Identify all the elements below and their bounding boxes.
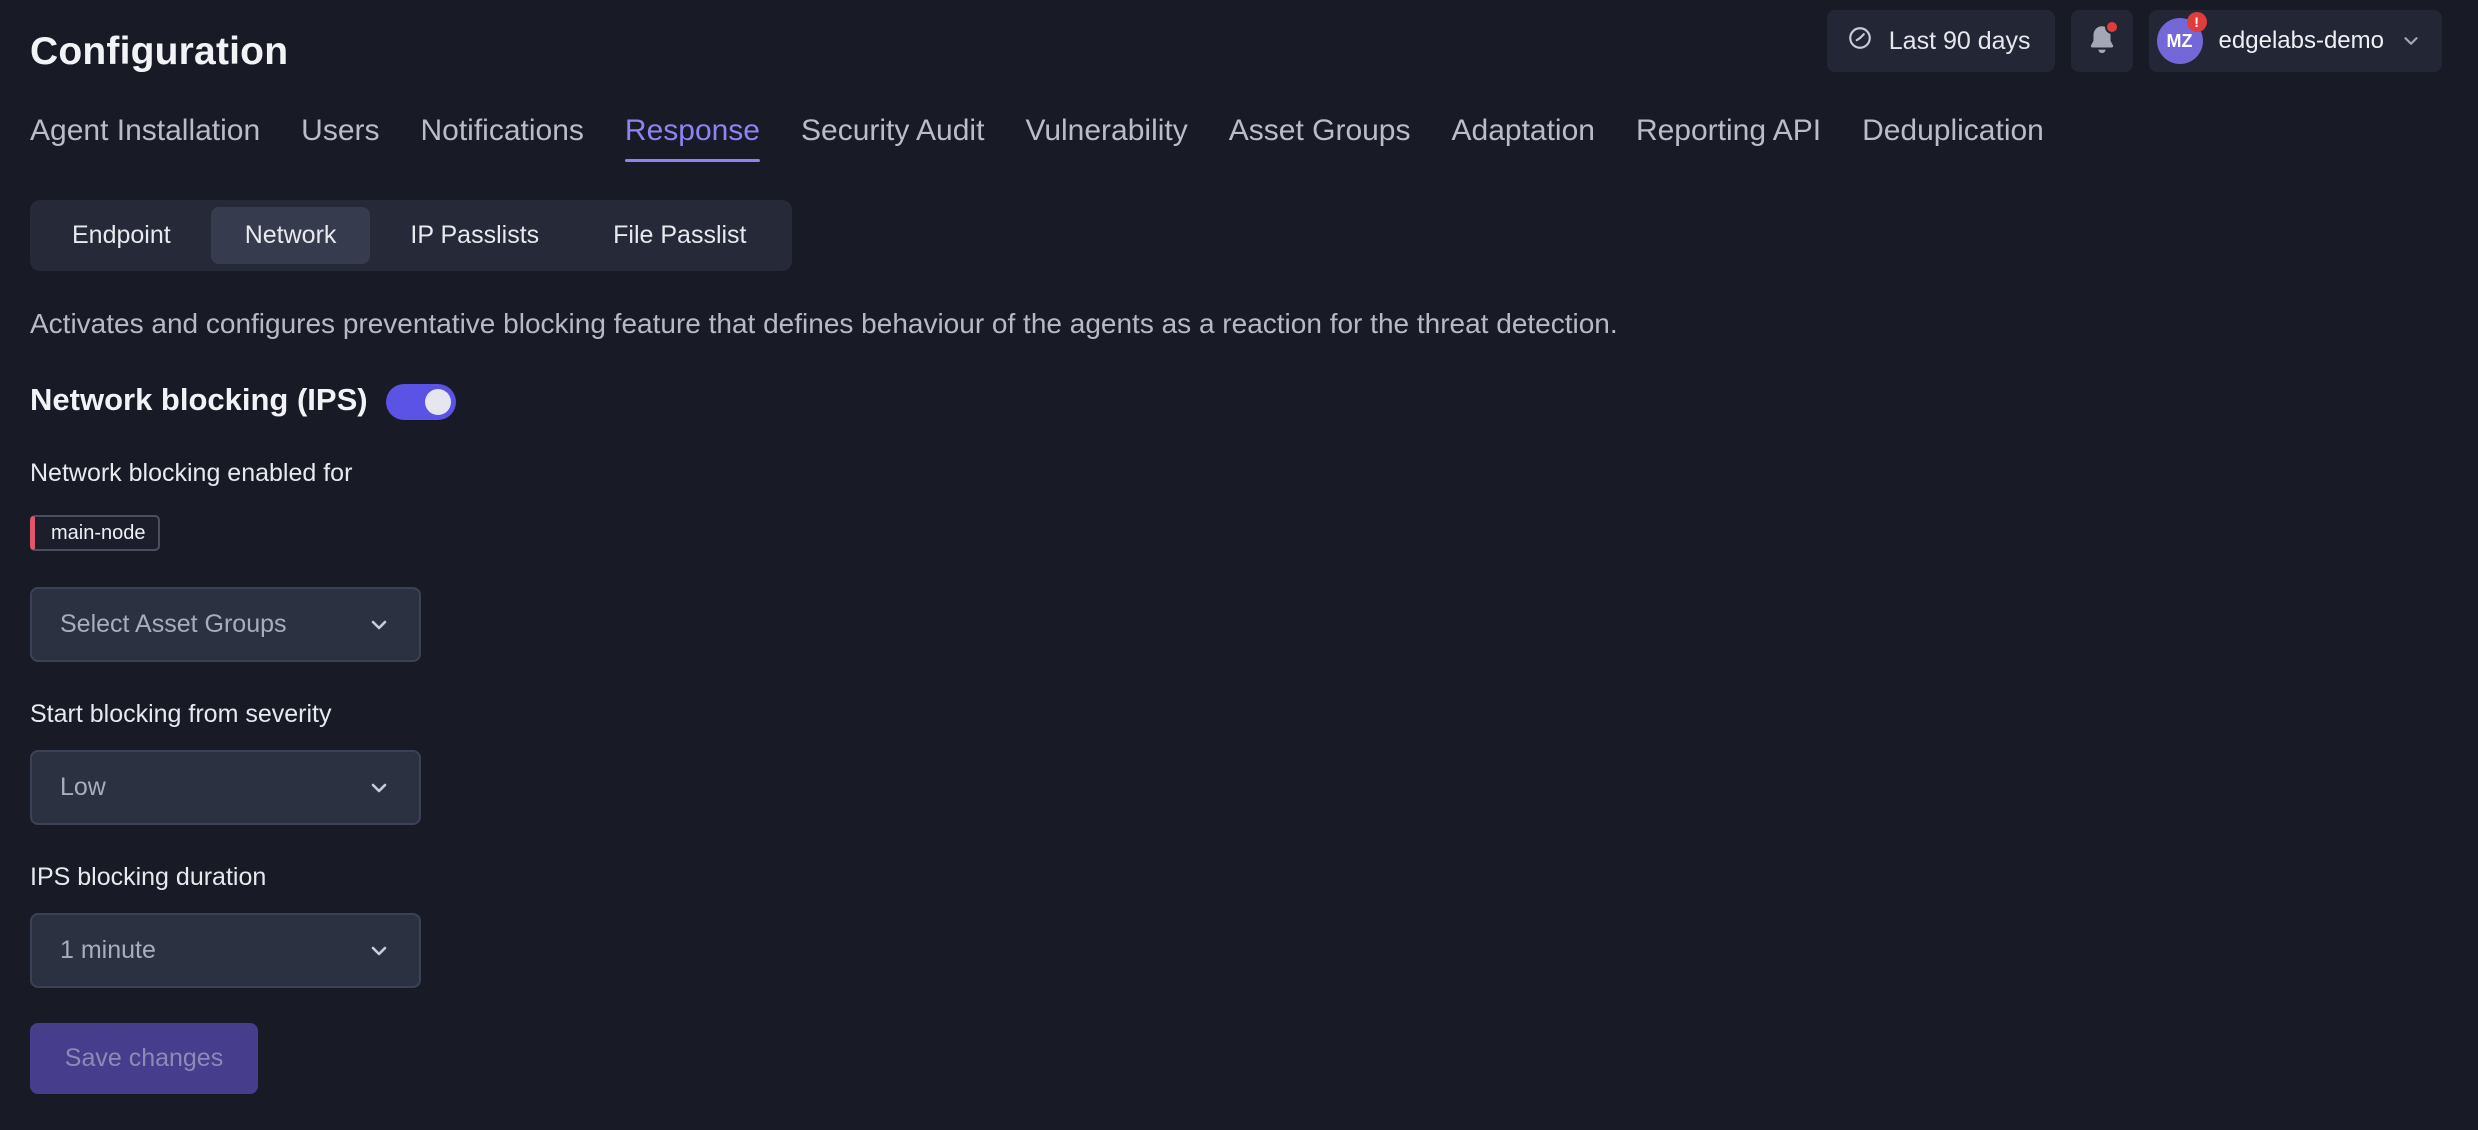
severity-select[interactable]: Low — [30, 750, 421, 825]
date-range-label: Last 90 days — [1888, 26, 2031, 55]
severity-value: Low — [60, 773, 106, 801]
chevron-down-icon — [367, 776, 391, 800]
account-menu[interactable]: MZ ! edgelabs-demo — [2148, 10, 2442, 72]
tab-users[interactable]: Users — [301, 114, 379, 162]
subtab-ip-passlists[interactable]: IP Passlists — [376, 207, 573, 264]
page-title: Configuration — [30, 30, 289, 73]
section-description: Activates and configures preventative bl… — [30, 308, 1618, 339]
chevron-down-icon — [2400, 30, 2422, 52]
asset-chip-main-node[interactable]: main-node — [30, 515, 160, 551]
network-blocking-toggle[interactable] — [386, 384, 456, 420]
severity-label: Start blocking from severity — [30, 700, 332, 728]
clock-icon — [1847, 25, 1873, 58]
tab-notifications[interactable]: Notifications — [421, 114, 584, 162]
date-range-button[interactable]: Last 90 days — [1826, 10, 2055, 72]
save-changes-button[interactable]: Save changes — [30, 1023, 258, 1094]
header-controls: Last 90 days MZ ! edgelabs-demo — [1826, 10, 2442, 72]
subtab-endpoint[interactable]: Endpoint — [38, 207, 205, 264]
account-name: edgelabs-demo — [2218, 27, 2384, 54]
notification-dot — [2104, 20, 2119, 34]
asset-groups-select[interactable]: Select Asset Groups — [30, 587, 421, 662]
chevron-down-icon — [367, 939, 391, 963]
avatar-initials: MZ — [2166, 30, 2193, 51]
configuration-page: Configuration Last 90 days MZ ! edgelabs… — [0, 0, 2478, 1130]
tab-reporting-api[interactable]: Reporting API — [1636, 114, 1821, 162]
config-tabs: Agent Installation Users Notifications R… — [30, 114, 2044, 162]
toggle-knob — [425, 389, 451, 415]
avatar-alert-badge: ! — [2186, 12, 2207, 32]
tab-deduplication[interactable]: Deduplication — [1862, 114, 2044, 162]
tab-vulnerability[interactable]: Vulnerability — [1025, 114, 1187, 162]
duration-value: 1 minute — [60, 936, 156, 964]
asset-groups-placeholder: Select Asset Groups — [60, 610, 287, 638]
network-blocking-title: Network blocking (IPS) — [30, 382, 368, 417]
enabled-for-label: Network blocking enabled for — [30, 459, 353, 487]
response-subtabs: Endpoint Network IP Passlists File Passl… — [30, 200, 792, 271]
duration-select[interactable]: 1 minute — [30, 913, 421, 988]
tab-asset-groups[interactable]: Asset Groups — [1229, 114, 1411, 162]
subtab-network[interactable]: Network — [210, 207, 371, 264]
duration-label: IPS blocking duration — [30, 863, 267, 891]
tab-security-audit[interactable]: Security Audit — [801, 114, 984, 162]
tab-agent-installation[interactable]: Agent Installation — [30, 114, 260, 162]
notifications-button[interactable] — [2070, 10, 2133, 72]
subtab-file-passlist[interactable]: File Passlist — [579, 207, 780, 264]
avatar: MZ ! — [2156, 12, 2207, 64]
chevron-down-icon — [367, 613, 391, 637]
tab-response[interactable]: Response — [624, 114, 761, 162]
tab-adaptation[interactable]: Adaptation — [1452, 114, 1595, 162]
